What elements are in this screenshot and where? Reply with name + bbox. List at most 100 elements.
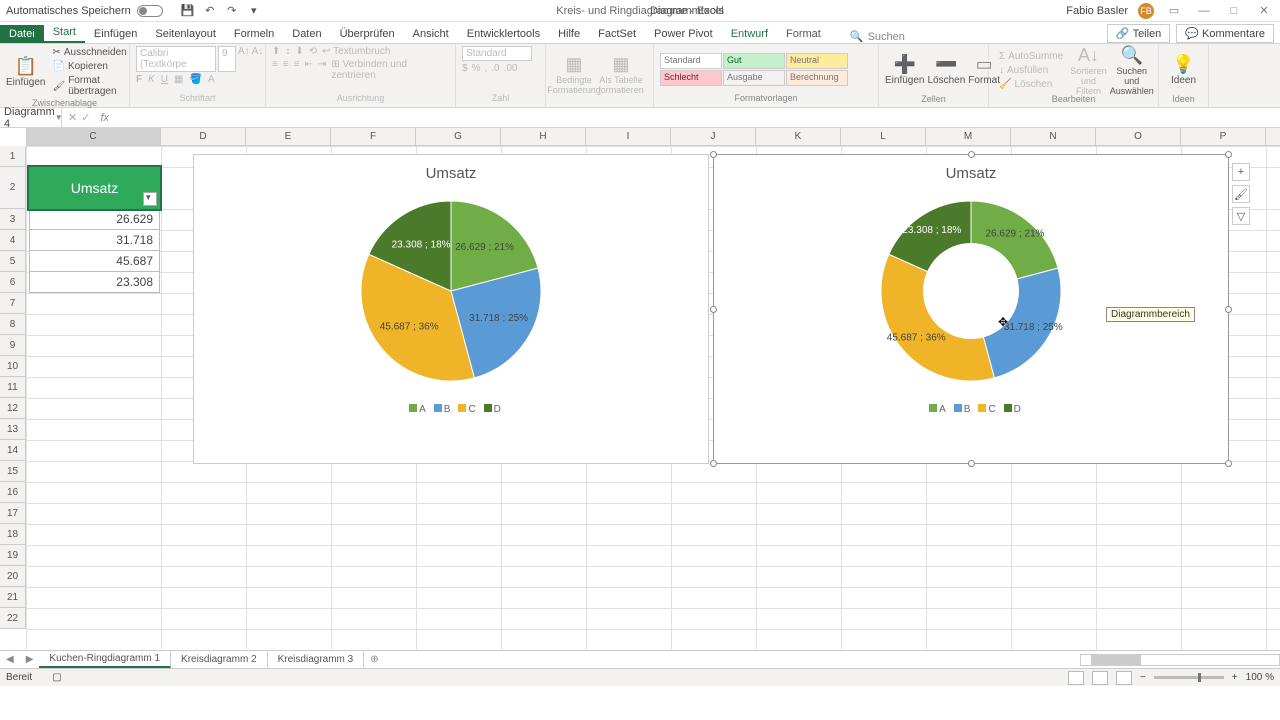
row-header-3[interactable]: 3 [0, 209, 26, 230]
row-header-14[interactable]: 14 [0, 440, 26, 461]
formula-input[interactable] [113, 108, 1280, 127]
row-header-20[interactable]: 20 [0, 566, 26, 587]
col-header-L[interactable]: L [841, 128, 926, 145]
wrap-text-button[interactable]: ↩ Textumbruch [322, 46, 390, 57]
col-header-M[interactable]: M [926, 128, 1011, 145]
font-size-select[interactable]: 9 [218, 46, 236, 72]
fill-button[interactable]: ↓ Ausfüllen [995, 64, 1067, 77]
dec-inc-icon[interactable]: .0 [491, 63, 499, 74]
tab-powerpivot[interactable]: Power Pivot [645, 25, 722, 43]
row-header-8[interactable]: 8 [0, 314, 26, 335]
tab-format[interactable]: Format [777, 25, 830, 43]
sheet-tab-1[interactable]: Kuchen-Ringdiagramm 1 [39, 651, 171, 668]
qat-dropdown-icon[interactable]: ▾ [247, 4, 261, 18]
row-header-17[interactable]: 17 [0, 503, 26, 524]
minimize-icon[interactable]: — [1194, 4, 1214, 18]
chart-pie[interactable]: Umsatz 26.629 ; 21%31.718 ; 25%45.687 ; … [193, 154, 709, 464]
tab-data[interactable]: Daten [283, 25, 330, 43]
merge-button[interactable]: ⊞ Verbinden und zentrieren [331, 59, 449, 81]
cut-button[interactable]: ✂ Ausschneiden [48, 46, 130, 59]
zoom-in-icon[interactable]: + [1232, 672, 1238, 683]
col-header-N[interactable]: N [1011, 128, 1096, 145]
filter-dropdown-icon[interactable] [143, 192, 157, 206]
align-bot-icon[interactable]: ⬇ [295, 46, 303, 57]
sort-filter-button[interactable]: A↓Sortieren und Filtern [1070, 46, 1107, 94]
fx-icon[interactable]: fx [96, 112, 113, 124]
tab-factset[interactable]: FactSet [589, 25, 645, 43]
style-gut[interactable]: Gut [723, 53, 785, 69]
style-schlecht[interactable]: Schlecht [660, 70, 722, 86]
tab-help[interactable]: Hilfe [549, 25, 589, 43]
italic-icon[interactable]: K [148, 74, 155, 85]
ribbon-display-icon[interactable]: ▭ [1164, 4, 1184, 18]
tab-developer[interactable]: Entwicklertools [458, 25, 549, 43]
row-header-21[interactable]: 21 [0, 587, 26, 608]
tab-nav-next-icon[interactable]: ▶ [20, 654, 40, 665]
user-avatar[interactable]: FB [1138, 3, 1154, 19]
new-sheet-icon[interactable]: ⊕ [364, 654, 384, 665]
col-header-J[interactable]: J [671, 128, 756, 145]
tab-design[interactable]: Entwurf [722, 25, 777, 43]
table-row[interactable]: 26.629 [29, 209, 160, 230]
page-layout-view-icon[interactable] [1092, 671, 1108, 685]
search-box[interactable]: 🔍 Suchen [850, 30, 905, 43]
increase-font-icon[interactable]: A↑ [238, 46, 250, 72]
tab-review[interactable]: Überprüfen [331, 25, 404, 43]
row-header-4[interactable]: 4 [0, 230, 26, 251]
insert-cells-button[interactable]: ➕Einfügen [885, 46, 924, 94]
table-header-umsatz[interactable]: Umsatz [29, 167, 160, 209]
redo-icon[interactable]: ↷ [225, 4, 239, 18]
horizontal-scrollbar[interactable] [1080, 654, 1280, 666]
style-ausgabe[interactable]: Ausgabe [723, 70, 785, 86]
worksheet-grid[interactable]: CDEFGHIJKLMNOP 1234567891011121314151617… [0, 128, 1280, 650]
clear-button[interactable]: 🧹 Löschen [995, 78, 1067, 91]
row-header-22[interactable]: 22 [0, 608, 26, 629]
row-header-1[interactable]: 1 [0, 146, 26, 167]
maximize-icon[interactable]: □ [1224, 4, 1244, 18]
col-header-O[interactable]: O [1096, 128, 1181, 145]
number-format-select[interactable]: Standard [462, 46, 532, 61]
col-header-E[interactable]: E [246, 128, 331, 145]
macro-record-icon[interactable]: ▢ [52, 672, 61, 683]
orientation-icon[interactable]: ⟲ [309, 46, 317, 57]
col-header-C[interactable]: C [26, 128, 161, 145]
decrease-font-icon[interactable]: A↓ [252, 46, 264, 72]
row-header-18[interactable]: 18 [0, 524, 26, 545]
indent-dec-icon[interactable]: ⇤ [305, 59, 313, 81]
close-icon[interactable]: ✕ [1254, 4, 1274, 18]
name-box[interactable]: Diagramm 4 ▼ [0, 108, 62, 127]
row-header-7[interactable]: 7 [0, 293, 26, 314]
row-header-12[interactable]: 12 [0, 398, 26, 419]
align-mid-icon[interactable]: ↕ [285, 46, 290, 57]
style-standard[interactable]: Standard [660, 53, 722, 69]
page-break-view-icon[interactable] [1116, 671, 1132, 685]
normal-view-icon[interactable] [1068, 671, 1084, 685]
style-neutral[interactable]: Neutral [786, 53, 848, 69]
enter-formula-icon[interactable]: ✓ [81, 111, 90, 124]
undo-icon[interactable]: ↶ [203, 4, 217, 18]
font-color-icon[interactable]: A [208, 74, 215, 85]
row-header-5[interactable]: 5 [0, 251, 26, 272]
delete-cells-button[interactable]: ➖Löschen [927, 46, 965, 94]
tab-pagelayout[interactable]: Seitenlayout [146, 25, 225, 43]
cancel-formula-icon[interactable]: ✕ [68, 111, 77, 124]
table-row[interactable]: 31.718 [29, 230, 160, 251]
underline-icon[interactable]: U [161, 74, 168, 85]
tab-file[interactable]: Datei [0, 25, 44, 43]
chart-filters-button[interactable]: ▽ [1232, 207, 1250, 225]
col-header-G[interactable]: G [416, 128, 501, 145]
tab-insert[interactable]: Einfügen [85, 25, 146, 43]
align-right-icon[interactable]: ≡ [294, 59, 300, 81]
fill-color-icon[interactable]: 🪣 [189, 74, 201, 85]
sheet-tab-3[interactable]: Kreisdiagramm 3 [268, 652, 365, 667]
chart-doughnut[interactable]: Umsatz 26.629 ; 21%31.718 ; 25%45.687 ; … [713, 154, 1229, 464]
zoom-out-icon[interactable]: − [1140, 672, 1146, 683]
ideas-button[interactable]: 💡Ideen [1165, 46, 1202, 94]
format-painter-button[interactable]: 🖌 Format übertragen [48, 74, 130, 98]
table-row[interactable]: 45.687 [29, 251, 160, 272]
col-header-P[interactable]: P [1181, 128, 1266, 145]
align-left-icon[interactable]: ≡ [272, 59, 278, 81]
align-top-icon[interactable]: ⬆ [272, 46, 280, 57]
col-header-F[interactable]: F [331, 128, 416, 145]
col-header-I[interactable]: I [586, 128, 671, 145]
